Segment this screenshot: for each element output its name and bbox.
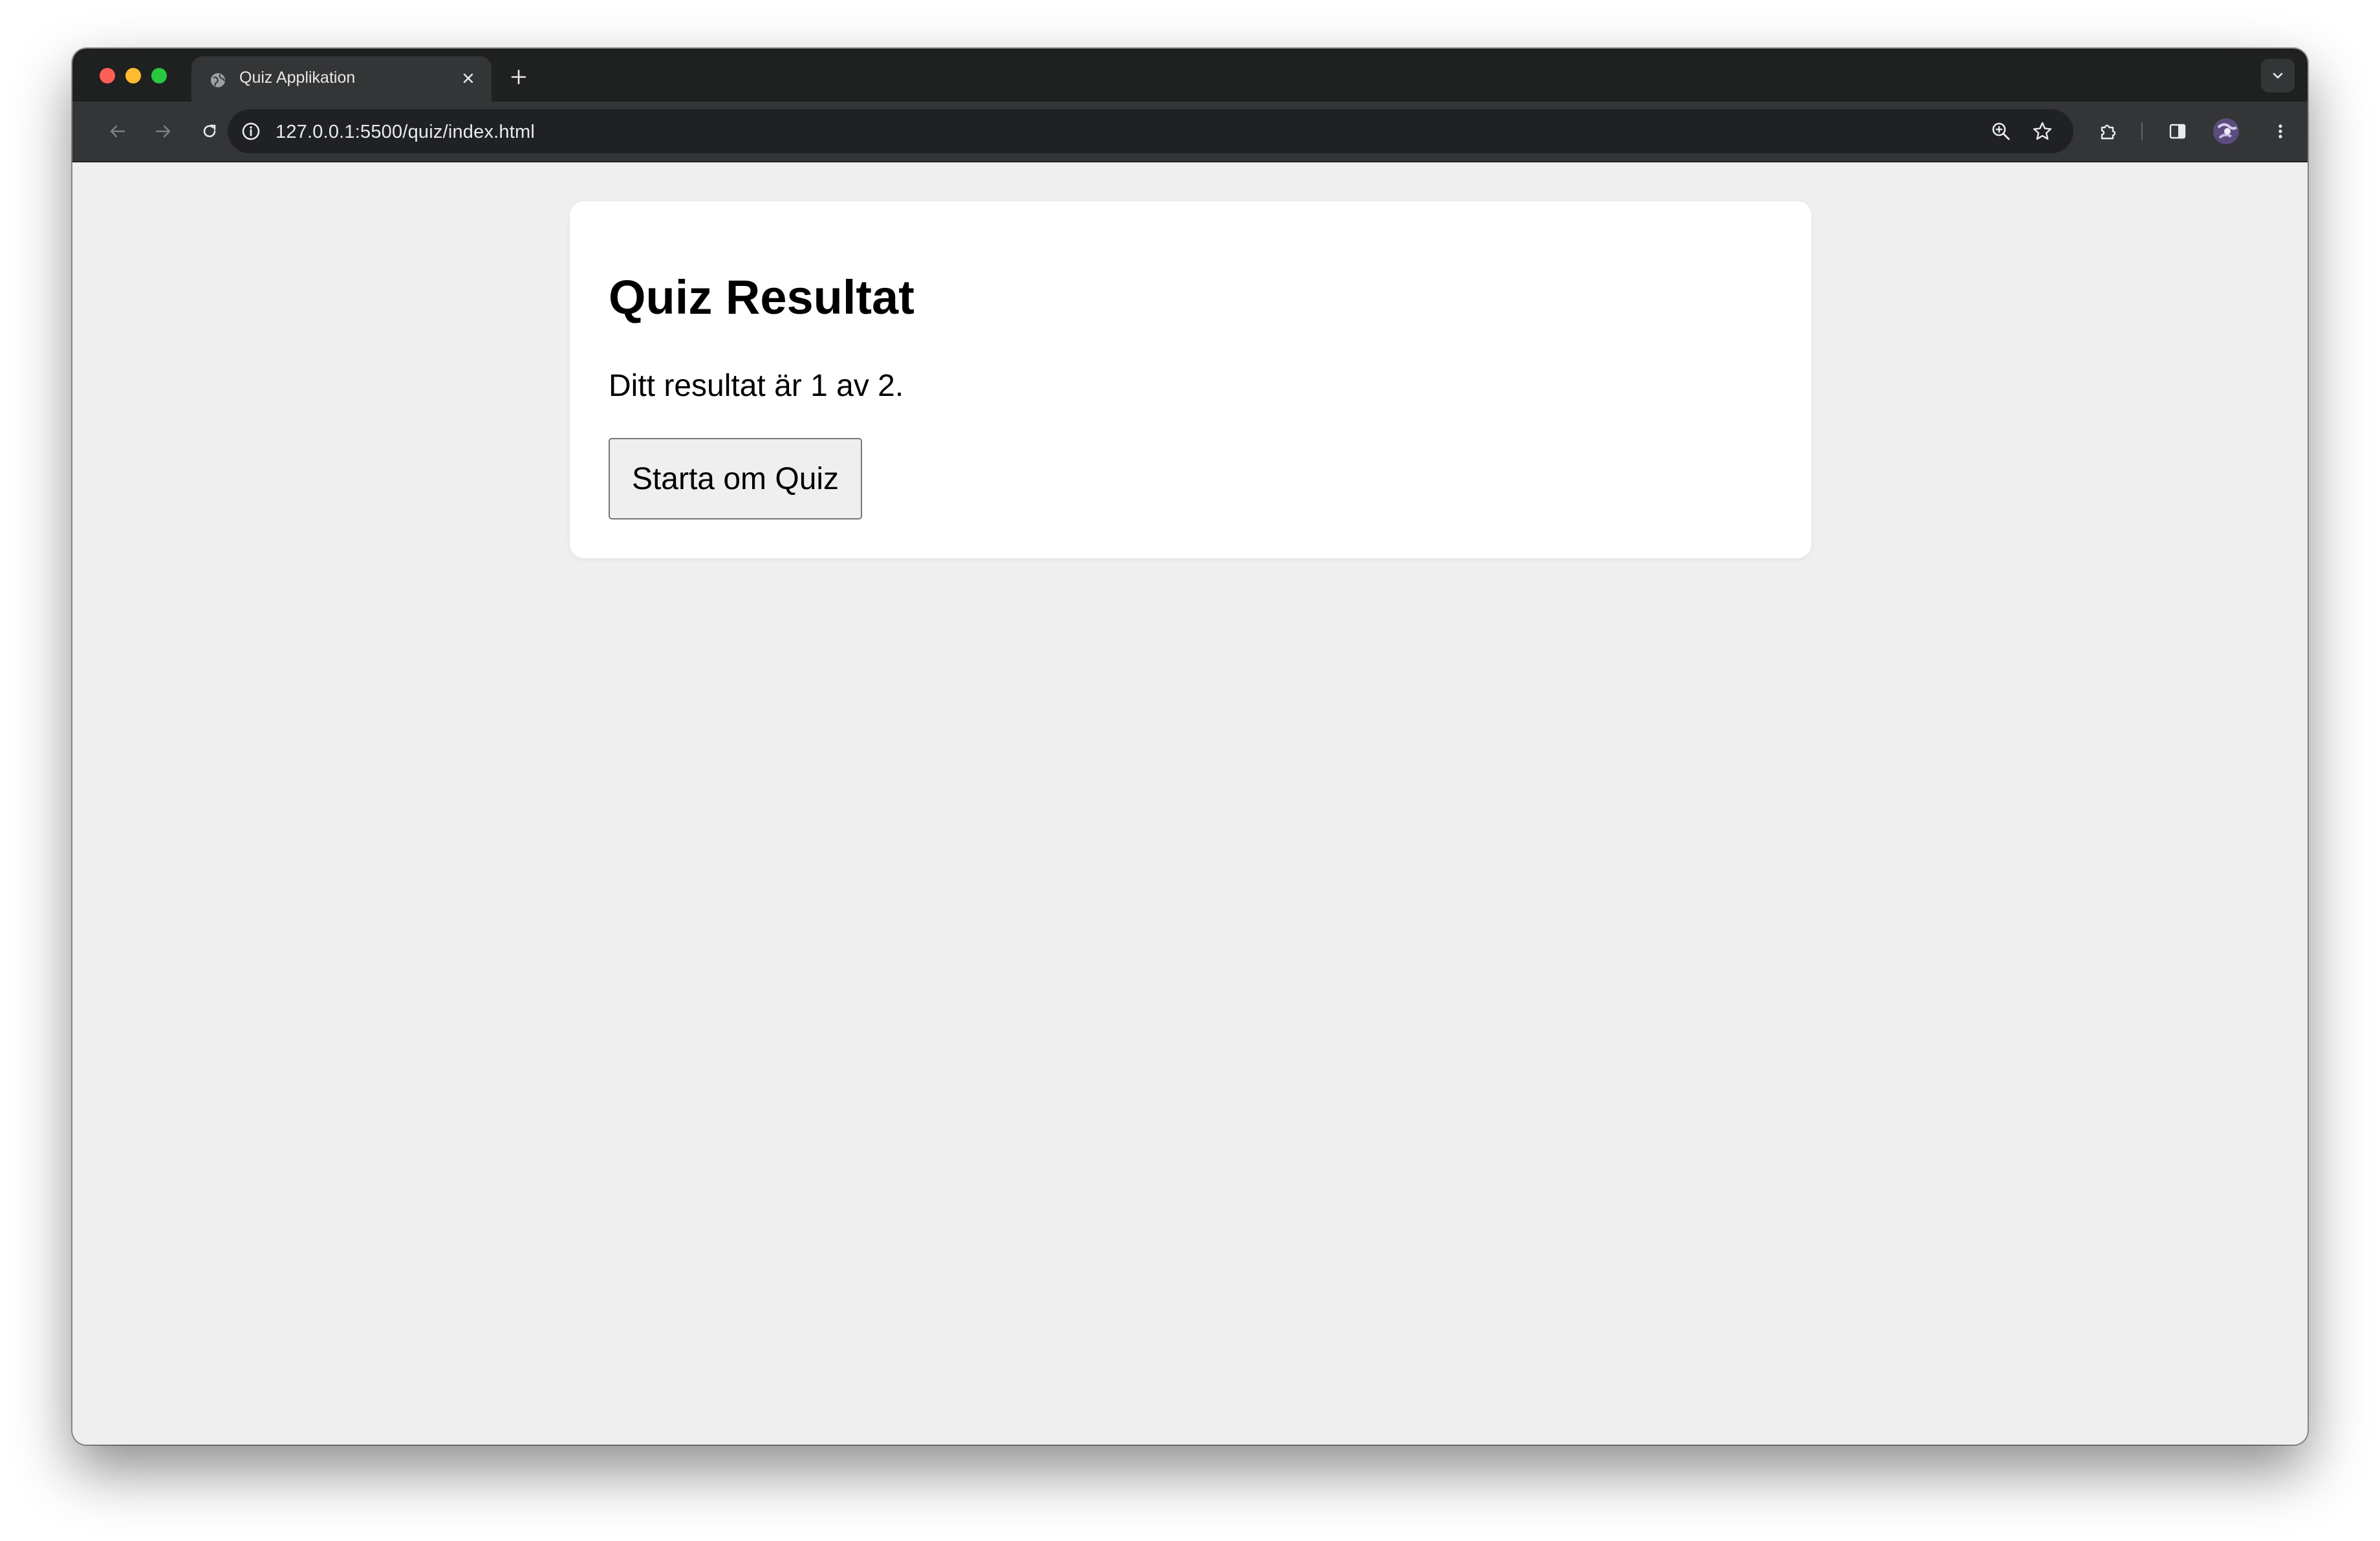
- side-panel-button[interactable]: [2161, 115, 2194, 148]
- back-button[interactable]: [101, 115, 135, 148]
- page-title: Quiz Resultat: [609, 270, 914, 324]
- arrow-left-icon: [110, 125, 125, 138]
- extensions-button[interactable]: [2092, 115, 2125, 148]
- new-tab-button[interactable]: [504, 63, 533, 91]
- tab-title: Quiz Applikation: [239, 69, 356, 87]
- more-vertical-icon: [2278, 124, 2282, 138]
- menu-button[interactable]: [2264, 115, 2297, 148]
- globe-icon: [211, 73, 225, 87]
- browser-toolbar: 127.0.0.1:5500/quiz/index.html: [72, 102, 2308, 162]
- puzzle-icon: [2101, 124, 2116, 140]
- minimize-window-button[interactable]: [125, 68, 141, 83]
- result-text: Ditt resultat är 1 av 2.: [609, 369, 904, 403]
- bookmark-button[interactable]: [2029, 118, 2055, 144]
- quiz-result-card: Quiz Resultat Ditt resultat är 1 av 2. S…: [570, 201, 1812, 558]
- reload-icon: [203, 124, 216, 138]
- zoom-in-icon: [1992, 122, 2010, 140]
- tab-strip: Quiz Applikation: [72, 49, 2308, 102]
- plus-icon: [511, 69, 526, 85]
- page-viewport: Quiz Resultat Ditt resultat är 1 av 2. S…: [72, 162, 2308, 1445]
- close-window-button[interactable]: [100, 68, 115, 83]
- tab-quiz-applikation[interactable]: Quiz Applikation: [191, 56, 492, 102]
- close-icon: [463, 73, 473, 83]
- url-text[interactable]: 127.0.0.1:5500/quiz/index.html: [276, 122, 535, 143]
- arrow-right-icon: [155, 125, 171, 138]
- site-info-icon[interactable]: [239, 120, 263, 143]
- address-bar[interactable]: 127.0.0.1:5500/quiz/index.html: [228, 109, 2073, 153]
- tab-close-button[interactable]: [457, 67, 480, 90]
- profile-avatar[interactable]: [2213, 118, 2239, 144]
- restart-quiz-button[interactable]: Starta om Quiz: [609, 438, 862, 519]
- tab-search-button[interactable]: [2261, 59, 2295, 93]
- browser-window: Quiz Applikation 127.0.0.1:5500/quiz/ind…: [72, 49, 2308, 1445]
- toolbar-separator: [2141, 122, 2143, 140]
- chevron-down-icon: [2273, 72, 2283, 79]
- avatar-icon: [2213, 118, 2239, 144]
- star-icon: [2033, 122, 2052, 140]
- reload-button[interactable]: [193, 115, 226, 148]
- maximize-window-button[interactable]: [151, 68, 167, 83]
- side-panel-icon: [2169, 124, 2186, 139]
- zoom-button[interactable]: [1988, 118, 2014, 144]
- forward-button[interactable]: [146, 115, 180, 148]
